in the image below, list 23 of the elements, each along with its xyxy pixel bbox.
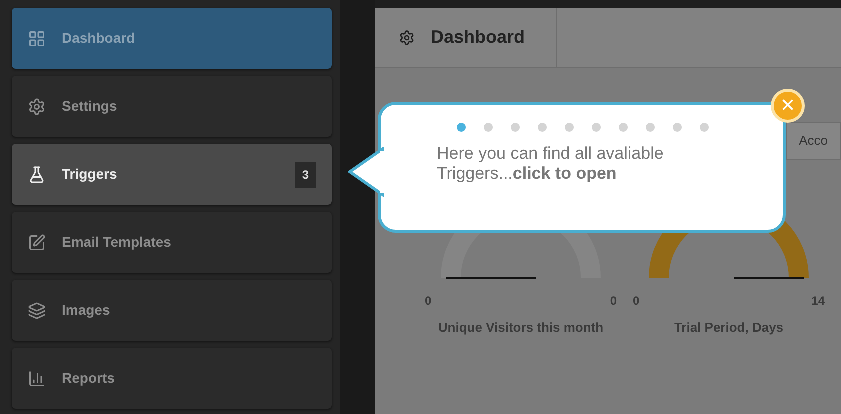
sidebar-item[interactable]: Images [12, 280, 332, 341]
sidebar-item[interactable]: Dashboard [12, 8, 332, 69]
tooltip-message: Here you can find all avaliable Triggers...click to open [437, 144, 665, 184]
gauge-max-value: 0 [610, 292, 617, 310]
sidebar-item[interactable]: Triggers 3 [12, 144, 332, 205]
sidebar-item[interactable]: Settings [12, 76, 332, 137]
gear-icon [399, 30, 415, 46]
gauge-max-value: 14 [812, 292, 825, 310]
gauge-needle [734, 276, 804, 278]
flask-icon [28, 166, 46, 184]
tab[interactable]: Acco [786, 122, 841, 160]
gauge-min-value: 0 [633, 292, 640, 310]
count-badge: 3 [295, 162, 316, 188]
gauge-min-value: 0 [425, 292, 432, 310]
gauge-label: Unique Visitors this month [438, 318, 604, 337]
sidebar-item[interactable]: Reports [12, 348, 332, 409]
gear-icon [28, 98, 46, 116]
sidebar-item[interactable]: Email Templates [12, 212, 332, 273]
bar-chart-icon [28, 370, 46, 388]
page-title: Dashboard [431, 26, 526, 49]
grid-icon [28, 30, 46, 48]
gauge-label: Trial Period, Days [674, 318, 784, 337]
edit-icon [28, 234, 46, 252]
